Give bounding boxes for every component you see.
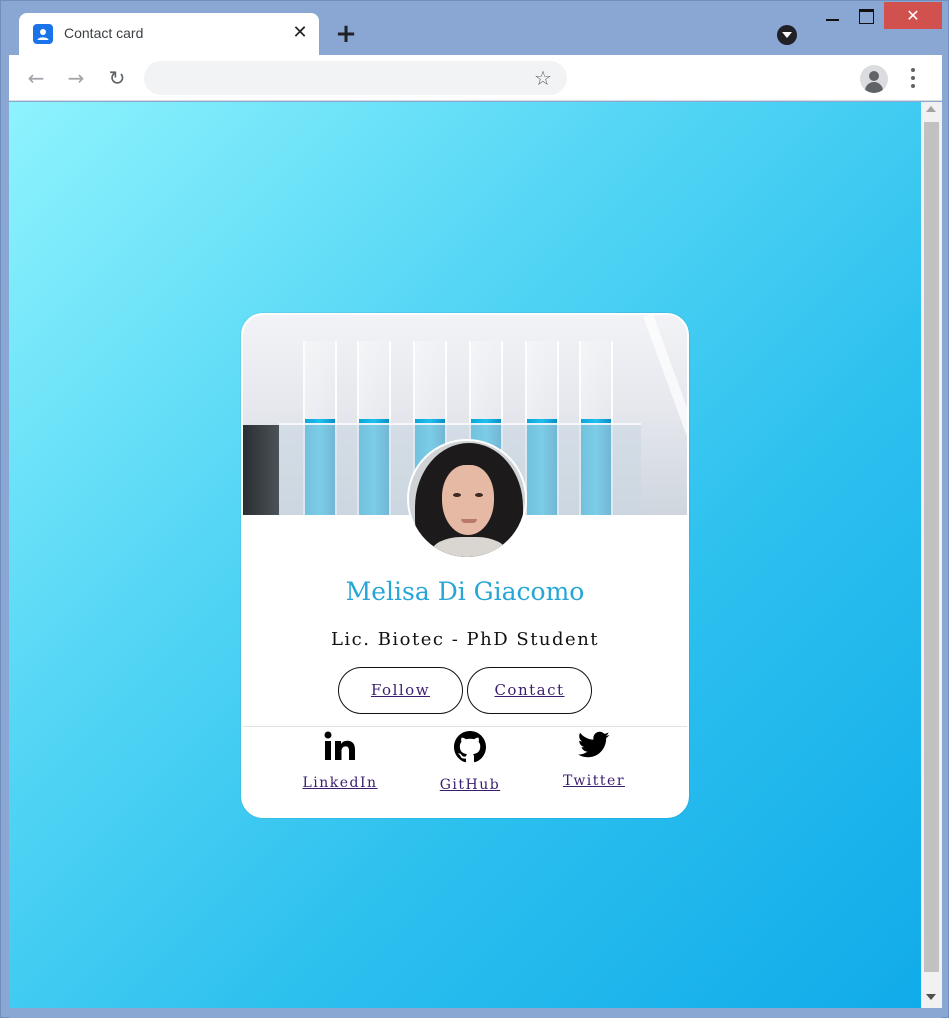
github-link[interactable]: GitHub	[440, 777, 500, 793]
contact-card: Melisa Di Giacomo Lic. Biotec - PhD Stud…	[241, 313, 689, 818]
tab-search-icon[interactable]	[777, 25, 797, 45]
tab-contact-card[interactable]: Contact card ✕	[19, 13, 319, 55]
minimize-button[interactable]	[817, 5, 847, 27]
twitter-icon[interactable]	[578, 731, 610, 759]
tab-close-icon[interactable]: ✕	[289, 22, 311, 44]
linkedin-link[interactable]: LinkedIn	[302, 775, 377, 791]
scroll-down-icon[interactable]	[926, 994, 936, 1000]
window-close-button[interactable]: ✕	[884, 2, 942, 29]
browser-window: Contact card ✕ + ✕ ← → ↻ ☆ Melisa Di Gia…	[0, 0, 949, 1018]
profile-subtitle: Lic. Biotec - PhD Student	[330, 629, 600, 650]
profile-name: Melisa Di Giacomo	[345, 577, 585, 606]
profile-icon[interactable]	[860, 65, 888, 93]
address-bar[interactable]: ☆	[144, 61, 567, 95]
tab-title: Contact card	[64, 25, 144, 41]
reload-icon[interactable]: ↻	[105, 66, 129, 90]
avatar	[407, 439, 527, 559]
scroll-up-icon[interactable]	[926, 106, 936, 112]
github-icon[interactable]	[454, 731, 486, 763]
linkedin-icon[interactable]	[324, 731, 356, 761]
divider	[243, 726, 687, 727]
social-twitter: Twitter	[544, 731, 644, 811]
twitter-link[interactable]: Twitter	[563, 773, 625, 789]
back-arrow-icon[interactable]: ←	[24, 66, 48, 90]
new-tab-button[interactable]: +	[333, 21, 359, 47]
vertical-scrollbar[interactable]	[921, 102, 942, 1008]
social-linkedin: LinkedIn	[290, 731, 390, 811]
address-input[interactable]	[160, 67, 520, 89]
contact-button[interactable]: Contact	[467, 667, 592, 714]
bookmark-star-icon[interactable]: ☆	[531, 66, 555, 90]
menu-icon[interactable]	[905, 66, 921, 90]
contact-favicon-icon	[33, 24, 53, 44]
page-viewport: Melisa Di Giacomo Lic. Biotec - PhD Stud…	[9, 102, 921, 1008]
maximize-button[interactable]	[851, 5, 881, 27]
forward-arrow-icon[interactable]: →	[64, 66, 88, 90]
tab-strip: Contact card ✕ + ✕	[1, 1, 948, 55]
browser-toolbar: ← → ↻ ☆	[9, 55, 942, 101]
social-github: GitHub	[420, 731, 520, 811]
follow-button[interactable]: Follow	[338, 667, 463, 714]
scroll-thumb[interactable]	[924, 122, 939, 972]
